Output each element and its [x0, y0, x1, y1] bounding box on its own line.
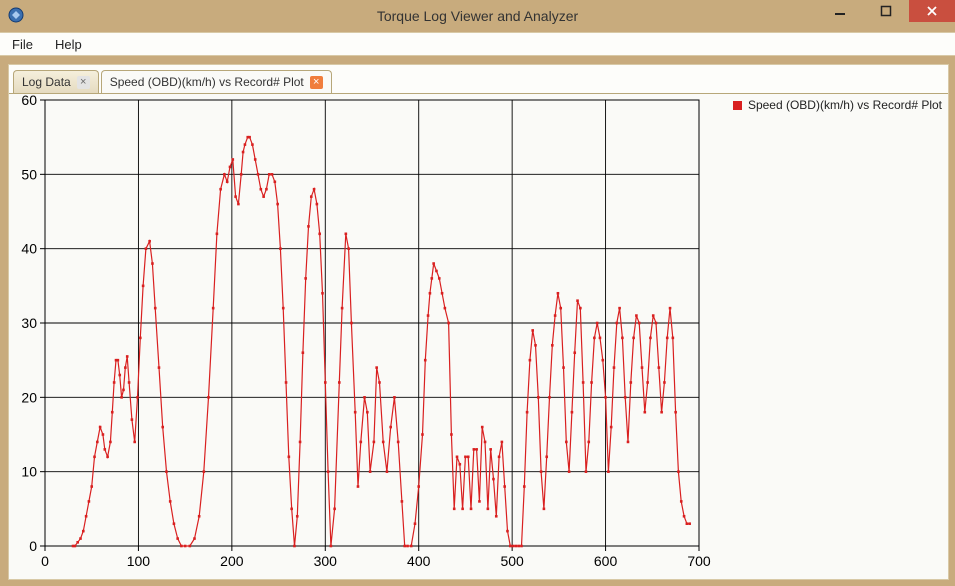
tab-label: Log Data: [22, 75, 71, 89]
menu-file[interactable]: File: [6, 36, 39, 53]
close-icon[interactable]: ×: [310, 76, 323, 89]
svg-text:40: 40: [21, 241, 37, 257]
svg-text:60: 60: [21, 94, 37, 108]
svg-text:300: 300: [314, 553, 338, 569]
tabstrip: Log Data × Speed (OBD)(km/h) vs Record# …: [9, 65, 948, 93]
svg-text:100: 100: [127, 553, 151, 569]
content-panel: Log Data × Speed (OBD)(km/h) vs Record# …: [8, 64, 949, 580]
content-wrap: Log Data × Speed (OBD)(km/h) vs Record# …: [0, 56, 955, 586]
close-icon[interactable]: ×: [77, 76, 90, 89]
svg-text:700: 700: [687, 553, 711, 569]
svg-text:50: 50: [21, 166, 37, 182]
legend-label: Speed (OBD)(km/h) vs Record# Plot: [748, 98, 942, 112]
minimize-button[interactable]: [817, 0, 863, 22]
app-icon: [4, 7, 28, 26]
tab-label: Speed (OBD)(km/h) vs Record# Plot: [110, 75, 304, 89]
svg-text:30: 30: [21, 315, 37, 331]
svg-text:20: 20: [21, 389, 37, 405]
svg-text:200: 200: [220, 553, 244, 569]
plot-area: 0 100 200 300 400 500 600 700 0 10 20 30 40 50 60 Spee…: [9, 93, 948, 579]
window-controls: [817, 0, 955, 22]
close-button[interactable]: [909, 0, 955, 22]
chart: 0 100 200 300 400 500 600 700 0 10 20 30 40 50 60: [9, 94, 929, 574]
menubar: File Help: [0, 32, 955, 56]
svg-text:10: 10: [21, 464, 37, 480]
window-title: Torque Log Viewer and Analyzer: [0, 8, 955, 24]
tab-speed-plot[interactable]: Speed (OBD)(km/h) vs Record# Plot ×: [101, 70, 332, 94]
svg-text:400: 400: [407, 553, 431, 569]
svg-text:0: 0: [29, 538, 37, 554]
svg-text:500: 500: [500, 553, 524, 569]
maximize-button[interactable]: [863, 0, 909, 22]
svg-text:0: 0: [41, 553, 49, 569]
legend: Speed (OBD)(km/h) vs Record# Plot: [733, 98, 942, 112]
svg-text:600: 600: [594, 553, 618, 569]
app-window: Torque Log Viewer and Analyzer File Help…: [0, 0, 955, 586]
tab-log-data[interactable]: Log Data ×: [13, 70, 99, 93]
menu-help[interactable]: Help: [49, 36, 88, 53]
titlebar: Torque Log Viewer and Analyzer: [0, 0, 955, 32]
legend-swatch: [733, 101, 742, 110]
